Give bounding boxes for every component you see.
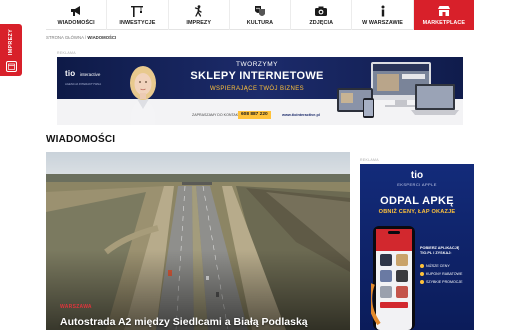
nav-label: IMPREZY bbox=[186, 20, 212, 26]
nav-label: WIADOMOŚCI bbox=[57, 20, 95, 26]
calendar-icon bbox=[5, 61, 17, 72]
nav-label: MARKETPLACE bbox=[422, 20, 466, 26]
benefit-label: KUPONY RABATOWE bbox=[426, 272, 463, 276]
dancing-person-icon bbox=[192, 5, 206, 17]
ad-label-side: REKLAMA bbox=[360, 158, 379, 162]
nav-label: KULTURA bbox=[246, 20, 274, 26]
banner-logo-tagline: AGENCJA INTERAKTYWNA bbox=[65, 82, 102, 86]
benefit-label: NIŻSZE CENY bbox=[426, 264, 450, 268]
main-navigation: WIADOMOŚCI INWESTYCJE IMPREZY KULTURA ZD… bbox=[46, 0, 474, 30]
banner-line1: TWORZYMY bbox=[236, 61, 278, 68]
banner-logo-text: tio bbox=[65, 69, 76, 78]
list-item: SZYBKIE PROMOCJE bbox=[420, 278, 472, 286]
banner-line2: SKLEPY INTERNETOWE bbox=[190, 70, 324, 82]
theater-masks-icon bbox=[253, 5, 267, 17]
hero-title[interactable]: Autostrada A2 między Siedlcami a Białą P… bbox=[60, 316, 308, 328]
banner-contact-label: ZAPRASZAMY DO KONTAKTU bbox=[192, 113, 243, 117]
side-ad-headline: ODPAL APKĘ bbox=[380, 195, 454, 207]
banner-logo-suffix: interactive bbox=[79, 72, 101, 77]
nav-label: W WARSZAWIE bbox=[362, 20, 404, 26]
side-ad-logo-sub: EKSPERCI APPLE bbox=[397, 182, 437, 187]
hero-article[interactable]: WARSZAWA Autostrada A2 między Siedlcami … bbox=[46, 152, 350, 330]
nav-item-kultura[interactable]: KULTURA bbox=[228, 0, 290, 30]
nav-label: INWESTYCJE bbox=[119, 20, 156, 26]
banner-logo: tio interactive AGENCJA INTERAKTYWNA bbox=[65, 63, 101, 86]
crane-icon bbox=[130, 5, 144, 17]
side-ad-banner[interactable]: tio EKSPERCI APPLE ODPAL APKĘ OBNIŻ CENY… bbox=[360, 164, 474, 330]
side-ad-logo: tio bbox=[410, 170, 424, 181]
nav-item-w-warszawie[interactable]: W WARSZAWIE bbox=[351, 0, 412, 30]
list-item: KUPONY RABATOWE bbox=[420, 270, 472, 278]
side-ad-copy: POBIERZ APLIKACJĘ TIO.PL I ZYSKAJ: bbox=[420, 246, 460, 255]
nav-item-imprezy[interactable]: IMPREZY bbox=[167, 0, 229, 30]
banner-phone: 608 887 220 bbox=[238, 111, 271, 119]
benefit-label: SZYBKIE PROMOCJE bbox=[426, 280, 463, 284]
info-icon bbox=[376, 5, 390, 17]
section-title: WIADOMOŚCI bbox=[46, 134, 116, 145]
banner-devices-image bbox=[337, 62, 459, 118]
side-ad-subline: OBNIŻ CENY, ŁAP OKAZJE bbox=[378, 209, 456, 215]
breadcrumb: STRONA GŁÓWNA / WIADOMOŚCI bbox=[46, 35, 116, 40]
breadcrumb-current: WIADOMOŚCI bbox=[87, 35, 117, 40]
shop-icon bbox=[437, 5, 451, 17]
side-ad-phone-image bbox=[371, 226, 415, 330]
camera-icon bbox=[314, 5, 328, 17]
banner-woman-image bbox=[130, 66, 156, 125]
nav-label: ZDJĘCIA bbox=[309, 20, 334, 26]
nav-item-marketplace[interactable]: MARKETPLACE bbox=[412, 0, 474, 30]
list-item: NIŻSZE CENY bbox=[420, 262, 472, 270]
megaphone-icon bbox=[69, 5, 83, 17]
side-ad-benefits: NIŻSZE CENY KUPONY RABATOWE SZYBKIE PROM… bbox=[420, 262, 472, 286]
bullet-icon bbox=[420, 280, 424, 284]
bullet-icon bbox=[420, 272, 424, 276]
nav-item-zdjecia[interactable]: ZDJĘCIA bbox=[290, 0, 351, 30]
bullet-icon bbox=[420, 264, 424, 268]
hero-category[interactable]: WARSZAWA bbox=[60, 304, 92, 310]
top-ad-banner[interactable]: tio interactive AGENCJA INTERAKTYWNA TWO… bbox=[57, 57, 463, 125]
banner-line3: WSPIERAJĄCE TWÓJ BIZNES bbox=[209, 86, 305, 92]
banner-url: www.tiointeractive.pl bbox=[282, 113, 320, 117]
side-tab-label: IMPREZY bbox=[8, 29, 14, 56]
side-tab-imprezy[interactable]: IMPREZY bbox=[0, 24, 22, 76]
nav-item-inwestycje[interactable]: INWESTYCJE bbox=[106, 0, 167, 30]
ad-label-top: REKLAMA bbox=[57, 51, 76, 55]
breadcrumb-home-link[interactable]: STRONA GŁÓWNA bbox=[46, 35, 84, 40]
nav-item-wiadomosci[interactable]: WIADOMOŚCI bbox=[46, 0, 106, 30]
